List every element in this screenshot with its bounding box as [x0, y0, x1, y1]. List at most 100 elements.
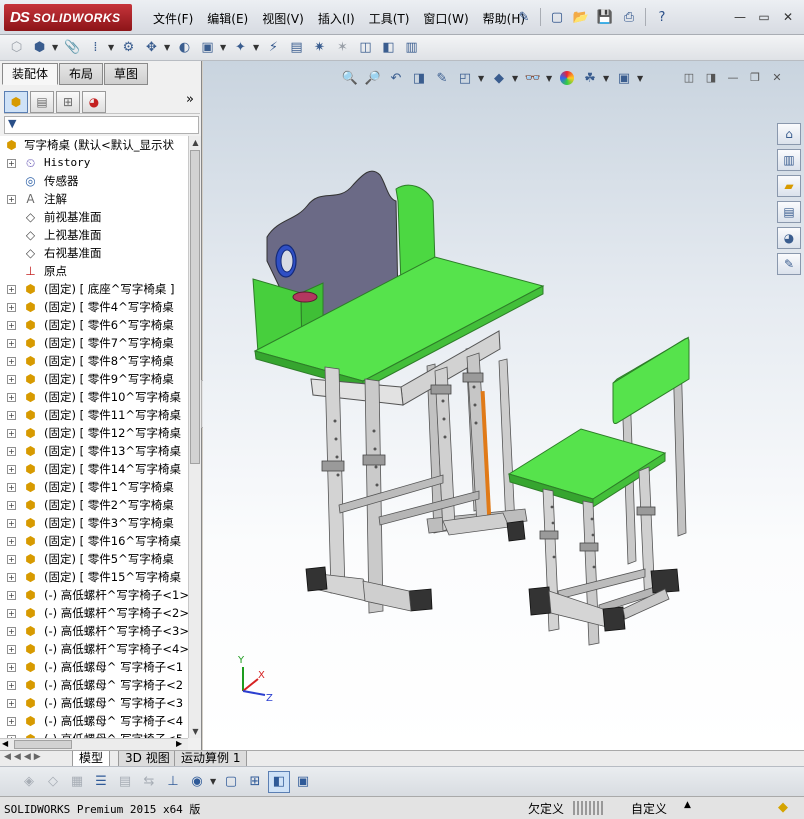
tree-node[interactable]: + ⬢ (-) 高低螺母^ 写字椅子<1: [0, 658, 188, 676]
tree-node[interactable]: + ⬢ (-) 高低螺母^ 写字椅子<2: [0, 676, 188, 694]
close-icon[interactable]: ✕: [778, 8, 798, 26]
expand-icon[interactable]: +: [7, 663, 16, 672]
tree-node[interactable]: + ⬢ (固定) [ 零件8^写字椅桌: [0, 352, 188, 370]
configuration-manager-icon[interactable]: ⊞: [56, 90, 80, 113]
display-manager-icon[interactable]: ◕: [82, 90, 106, 113]
chevron-down-icon[interactable]: ▼: [52, 43, 60, 52]
chair-model[interactable]: [507, 336, 690, 646]
tree-root-assembly[interactable]: ⬢ 写字椅桌 (默认<默认_显示状: [0, 136, 188, 154]
expand-icon[interactable]: +: [7, 699, 16, 708]
tree-node[interactable]: + ⬢ (固定) [ 零件2^写字椅桌: [0, 496, 188, 514]
table-icon[interactable]: ⊞: [244, 771, 266, 793]
clearance-verification-icon[interactable]: ◧: [378, 38, 399, 58]
tree-node[interactable]: + ⬢ (-) 高低螺杆^写字椅子<2>: [0, 604, 188, 622]
unit-system[interactable]: 自定义: [631, 800, 667, 817]
tree-node[interactable]: + ⬢ (固定) [ 零件16^写字椅桌: [0, 532, 188, 550]
feature-tree-icon[interactable]: ⬢: [4, 90, 28, 113]
expand-icon[interactable]: +: [7, 447, 16, 456]
tree-node[interactable]: + ⬢ (-) 高低螺母^ 写字椅子<3: [0, 694, 188, 712]
open-icon[interactable]: 📂: [570, 7, 592, 27]
solidworks-logo[interactable]: DS SOLIDWORKS: [4, 4, 132, 31]
tree-vertical-scrollbar[interactable]: ▲ ▼: [188, 136, 201, 738]
tab-model[interactable]: 模型: [72, 751, 111, 767]
tab-assembly[interactable]: 装配体: [2, 63, 59, 85]
chevron-down-icon[interactable]: ▼: [253, 43, 261, 52]
scroll-left-icon[interactable]: ◀: [2, 739, 8, 748]
new-motion-study-icon[interactable]: ⚡: [263, 38, 284, 58]
box-view-icon[interactable]: ▢: [220, 771, 242, 793]
tree-node[interactable]: + ⬢ (固定) [ 零件3^写字椅桌: [0, 514, 188, 532]
expand-icon[interactable]: +: [7, 681, 16, 690]
scroll-right-icon[interactable]: ▶: [176, 739, 182, 748]
tree-node[interactable]: + ⬢ (固定) [ 零件10^写字椅桌: [0, 388, 188, 406]
expand-icon[interactable]: +: [7, 411, 16, 420]
shaded-icon[interactable]: ◈: [18, 771, 40, 793]
dimension-icon[interactable]: ⊥: [162, 771, 184, 793]
tree-horizontal-scrollbar[interactable]: ◀ ▶: [0, 738, 188, 750]
tree-node[interactable]: + ⬢ (固定) [ 零件1^写字椅桌: [0, 478, 188, 496]
save-view-icon[interactable]: ▣: [292, 771, 314, 793]
expand-icon[interactable]: +: [7, 627, 16, 636]
menu-item[interactable]: 插入(I): [311, 10, 362, 28]
grid-icon[interactable]: ▤: [114, 771, 136, 793]
property-manager-icon[interactable]: ▤: [30, 90, 54, 113]
expand-icon[interactable]: +: [7, 591, 16, 600]
save-icon[interactable]: 💾: [594, 7, 616, 27]
interference-detection-icon[interactable]: ◫: [355, 38, 376, 58]
tree-node[interactable]: ◇ 前视基准面: [0, 208, 188, 226]
tab-layout[interactable]: 布局: [59, 63, 104, 85]
print-icon[interactable]: ⎙: [618, 7, 640, 27]
help-icon[interactable]: ?: [651, 7, 673, 27]
move-component-icon[interactable]: ✥: [141, 38, 162, 58]
cube-view-icon[interactable]: ◧: [268, 770, 290, 793]
graphics-area[interactable]: 🔍 🔎 ↶ ◨ ✎ ◰ ▼ ◆ ▼ 👓 ▼ ☘ ▼ ▣ ▼ ◫ ◨ — ❐ ✕ …: [203, 61, 804, 750]
tree-node[interactable]: + A 注解: [0, 190, 188, 208]
tree-node[interactable]: ◇ 上视基准面: [0, 226, 188, 244]
expand-icon[interactable]: +: [7, 555, 16, 564]
expand-icon[interactable]: +: [7, 519, 16, 528]
explode-line-sketch-icon[interactable]: ✶: [332, 38, 353, 58]
instant3d-icon[interactable]: ▥: [401, 38, 422, 58]
expand-icon[interactable]: +: [7, 537, 16, 546]
tree-node[interactable]: + ⬢ (固定) [ 零件6^写字椅桌: [0, 316, 188, 334]
expand-icon[interactable]: +: [7, 195, 16, 204]
expand-icon[interactable]: +: [7, 465, 16, 474]
expand-icon[interactable]: +: [7, 159, 16, 168]
restore-icon[interactable]: ▭: [754, 8, 774, 26]
tree-node[interactable]: ◇ 右视基准面: [0, 244, 188, 262]
expand-icon[interactable]: +: [7, 609, 16, 618]
linear-pattern-icon[interactable]: ⁞: [85, 38, 106, 58]
3d-model-view[interactable]: Y X Z: [203, 61, 804, 750]
reference-geometry-icon[interactable]: ✦: [230, 38, 251, 58]
expand-icon[interactable]: +: [7, 339, 16, 348]
tree-node[interactable]: ◎ 传感器: [0, 172, 188, 190]
wireframe-icon[interactable]: ▦: [66, 771, 88, 793]
chevron-down-icon[interactable]: ▼: [220, 43, 228, 52]
flip-icon[interactable]: ⇆: [138, 771, 160, 793]
tree-node[interactable]: + ⬢ (固定) [ 零件13^写字椅桌: [0, 442, 188, 460]
chevron-down-icon[interactable]: ▼: [210, 777, 218, 786]
expand-icon[interactable]: +: [7, 375, 16, 384]
appearance-3d-icon[interactable]: ◉: [186, 771, 208, 793]
new-part-icon[interactable]: ⬢: [29, 38, 50, 58]
menu-item[interactable]: 编辑(E): [200, 10, 255, 28]
expand-icon[interactable]: +: [7, 501, 16, 510]
menu-item[interactable]: 工具(T): [362, 10, 417, 28]
tree-node[interactable]: + ⬢ (固定) [ 零件12^写字椅桌: [0, 424, 188, 442]
insert-component-icon[interactable]: ⬡: [6, 38, 27, 58]
expand-icon[interactable]: +: [7, 429, 16, 438]
tree-node[interactable]: + ⬢ (固定) [ 零件11^写字椅桌: [0, 406, 188, 424]
chevron-down-icon[interactable]: ▼: [108, 43, 116, 52]
tree-node[interactable]: + ⬢ (-) 高低螺母^ 写字椅子<4: [0, 712, 188, 730]
tab-sketch[interactable]: 草图: [104, 63, 149, 85]
expand-icon[interactable]: +: [7, 303, 16, 312]
new-document-icon[interactable]: ▢: [546, 7, 568, 27]
menu-item[interactable]: 窗口(W): [416, 10, 475, 28]
expand-icon[interactable]: +: [7, 717, 16, 726]
chevron-down-icon[interactable]: ▼: [164, 43, 172, 52]
more-tabs-icon[interactable]: »: [186, 92, 194, 107]
tree-filter[interactable]: ▼: [4, 116, 199, 134]
unit-menu-arrow-icon[interactable]: ▲: [684, 800, 691, 810]
show-hidden-icon[interactable]: ◐: [174, 38, 195, 58]
scroll-down-icon[interactable]: ▼: [189, 725, 202, 738]
